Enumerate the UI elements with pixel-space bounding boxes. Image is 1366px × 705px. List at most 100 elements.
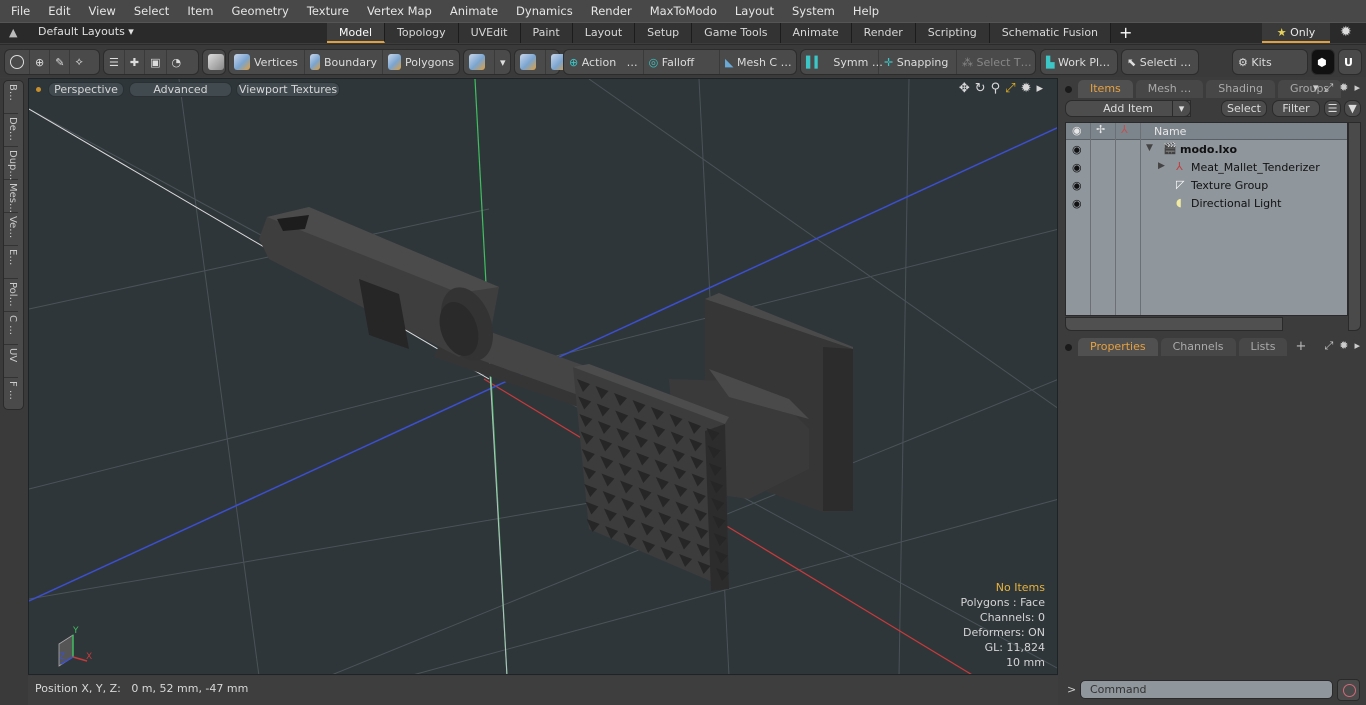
- viewport-gear-icon[interactable]: ✹: [1021, 81, 1032, 96]
- vertices-mode-button[interactable]: Vertices: [229, 50, 305, 74]
- menu-dynamics[interactable]: Dynamics: [505, 0, 580, 22]
- pen-tool-icon[interactable]: ✎: [50, 50, 71, 74]
- dial-icon[interactable]: ◔: [167, 50, 187, 74]
- box-target-icon[interactable]: ▣: [145, 50, 167, 74]
- expand-arrow-icon[interactable]: ▸: [1036, 81, 1043, 96]
- menu-geometry[interactable]: Geometry: [221, 0, 296, 22]
- eye-icon[interactable]: ◉: [1072, 143, 1084, 156]
- mesh-constraint-button[interactable]: ◣ Mesh C …: [720, 50, 796, 74]
- tab-layout[interactable]: Layout: [572, 23, 636, 43]
- tab-scripting[interactable]: Scripting: [915, 23, 990, 43]
- add-properties-tab-button[interactable]: +: [1295, 339, 1306, 354]
- pivot-icon[interactable]: [515, 50, 546, 74]
- panel-maximize-icon[interactable]: ⤢: [1324, 81, 1333, 95]
- rotate-icon[interactable]: ↻: [975, 81, 986, 96]
- menu-item[interactable]: Item: [176, 0, 220, 22]
- list-item-scene[interactable]: ◉ ▼ 🎬 modo.lxo: [1066, 141, 1347, 159]
- 3d-viewport[interactable]: Y X Z Perspective Advanced Viewport Text…: [28, 78, 1058, 675]
- command-history-button[interactable]: [1337, 679, 1360, 701]
- viewport-options-dot[interactable]: [36, 87, 41, 92]
- tab-paint[interactable]: Paint: [520, 23, 573, 43]
- tab-render[interactable]: Render: [851, 23, 916, 43]
- menu-edit[interactable]: Edit: [37, 0, 77, 22]
- selection-sets-button[interactable]: ⬉ Selecti …: [1122, 50, 1198, 74]
- vtab-vertex[interactable]: Ve…: [4, 213, 18, 246]
- move-cross-icon[interactable]: ✚: [125, 50, 146, 74]
- action-center-button[interactable]: ⊕ Action …: [564, 50, 644, 74]
- panel-gear-icon[interactable]: ✹: [1339, 81, 1348, 95]
- list-options-icon[interactable]: ☰: [1324, 100, 1341, 117]
- tab-game-tools[interactable]: Game Tools: [692, 23, 781, 43]
- menu-view[interactable]: View: [78, 0, 123, 22]
- add-item-dropdown-icon[interactable]: ▾: [1172, 100, 1191, 117]
- eye-icon[interactable]: ◉: [1072, 179, 1084, 192]
- menu-render[interactable]: Render: [580, 0, 639, 22]
- eye-icon[interactable]: ◉: [1072, 197, 1084, 210]
- tab-items[interactable]: Items: [1078, 80, 1133, 98]
- tab-topology[interactable]: Topology: [385, 23, 459, 43]
- vtab-fusion[interactable]: F …: [4, 378, 18, 411]
- vtab-uv[interactable]: UV: [4, 345, 18, 378]
- menu-maxtomodo[interactable]: MaxToModo: [639, 0, 724, 22]
- eye-icon[interactable]: ◉: [1072, 161, 1084, 174]
- panel-dropdown-icon[interactable]: ▾: [1313, 81, 1319, 95]
- name-column-header[interactable]: Name: [1154, 125, 1186, 138]
- panel-options-dot[interactable]: [1065, 344, 1072, 351]
- panel-maximize-icon[interactable]: ⤢: [1324, 339, 1333, 353]
- tab-uvedit[interactable]: UVEdit: [458, 23, 521, 43]
- funnel-filter-icon[interactable]: ▼: [1344, 100, 1361, 117]
- tab-setup[interactable]: Setup: [635, 23, 693, 43]
- unity-button[interactable]: ⬢: [1311, 49, 1335, 75]
- tab-schematic-fusion[interactable]: Schematic Fusion: [989, 23, 1112, 43]
- tab-properties[interactable]: Properties: [1078, 338, 1158, 356]
- lasso-icon[interactable]: ⟡: [70, 50, 87, 74]
- gear-icon[interactable]: ✹: [1340, 24, 1352, 40]
- filter-button[interactable]: Filter: [1272, 100, 1320, 117]
- tab-channels[interactable]: Channels: [1160, 338, 1236, 356]
- polygons-mode-button[interactable]: Polygons: [383, 50, 459, 74]
- menu-select[interactable]: Select: [123, 0, 176, 22]
- vtab-edge[interactable]: E…: [4, 246, 18, 279]
- collapse-up-icon[interactable]: ▲: [9, 26, 17, 39]
- only-toggle[interactable]: ★ Only: [1262, 23, 1330, 43]
- panel-options-dot[interactable]: [1065, 86, 1072, 93]
- align-icon[interactable]: ☰: [104, 50, 125, 74]
- select-through-button[interactable]: ⁂ Select T…: [957, 50, 1033, 74]
- pan-icon[interactable]: ✥: [959, 81, 970, 96]
- menu-help[interactable]: Help: [842, 0, 886, 22]
- list-item-light[interactable]: ◉ ◖ Directional Light: [1066, 195, 1347, 213]
- globe-icon[interactable]: ⊕: [30, 50, 51, 74]
- menu-animate[interactable]: Animate: [439, 0, 505, 22]
- work-plane-button[interactable]: ▙ Work Pl…: [1041, 50, 1117, 74]
- falloff-button[interactable]: ◎ Falloff: [644, 50, 720, 74]
- vtab-basic[interactable]: B…: [4, 81, 18, 114]
- shading-mode-button[interactable]: Advanced: [129, 82, 232, 97]
- tab-lists[interactable]: Lists: [1238, 338, 1288, 356]
- expand-arrow-icon[interactable]: ▼: [1146, 143, 1153, 153]
- meat-mallet-model[interactable]: [259, 207, 853, 591]
- tab-mesh[interactable]: Mesh …: [1135, 80, 1204, 98]
- symmetry-button[interactable]: ▌▍ Symm …: [801, 50, 883, 74]
- chevron-down-icon[interactable]: ▾: [495, 50, 511, 74]
- vtab-duplicate[interactable]: Dup…: [4, 147, 18, 180]
- add-tab-button[interactable]: +: [1111, 23, 1140, 43]
- panel-arrow-icon[interactable]: ▸: [1354, 339, 1360, 353]
- select-button[interactable]: Select: [1221, 100, 1267, 117]
- tab-animate[interactable]: Animate: [780, 23, 852, 43]
- command-input[interactable]: Command: [1080, 680, 1333, 699]
- tab-shading[interactable]: Shading: [1206, 80, 1275, 98]
- list-item-mesh[interactable]: ◉ ▶ ⅄ Meat_Mallet_Tenderizer: [1066, 159, 1347, 177]
- menu-layout[interactable]: Layout: [724, 0, 781, 22]
- menu-system[interactable]: System: [781, 0, 842, 22]
- zoom-icon[interactable]: ⚲: [991, 81, 1001, 96]
- maximize-icon[interactable]: ⤢: [1005, 81, 1015, 96]
- list-item-texture-group[interactable]: ◉ ◸ Texture Group: [1066, 177, 1347, 195]
- snapping-button[interactable]: ✛ Snapping: [879, 50, 957, 74]
- vtab-deform[interactable]: De…: [4, 114, 18, 147]
- panel-gear-icon[interactable]: ✹: [1339, 339, 1348, 353]
- default-layouts-dropdown[interactable]: Default Layouts ▾: [38, 25, 134, 38]
- circle-select-icon[interactable]: [5, 50, 30, 74]
- item-list-vertical-scrollbar[interactable]: [1348, 122, 1361, 331]
- tab-model[interactable]: Model: [327, 23, 386, 43]
- vtab-curve[interactable]: C …: [4, 312, 18, 345]
